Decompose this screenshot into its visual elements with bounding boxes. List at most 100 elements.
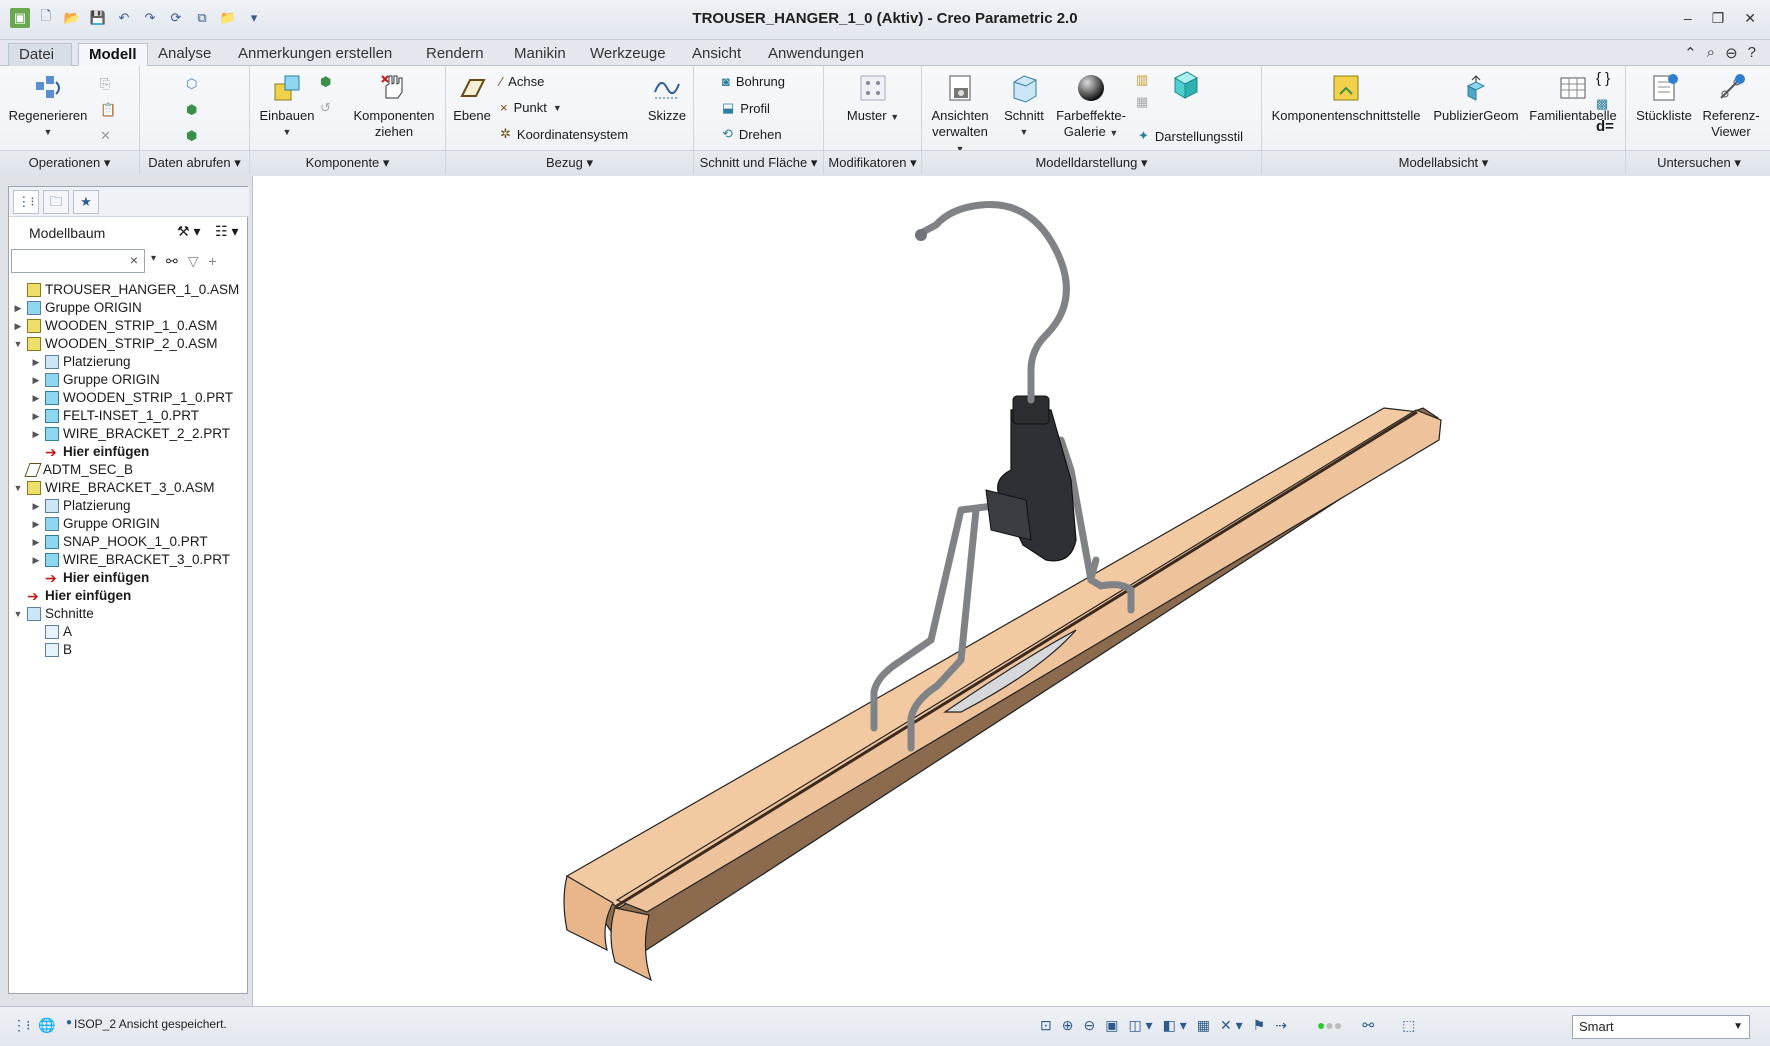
pattern-button[interactable]: Muster ▼ xyxy=(834,72,912,125)
maximize-button[interactable]: ❐ xyxy=(1712,10,1725,27)
copy-geometry-icon[interactable]: ⬢ xyxy=(186,102,204,120)
drag-components-button[interactable]: Komponenten ziehen xyxy=(346,72,442,140)
expand-arrow-icon[interactable]: ▼ xyxy=(13,479,23,497)
hanger-3d-model[interactable] xyxy=(253,176,1770,1006)
expand-arrow-icon[interactable]: ▶ xyxy=(31,425,41,443)
regenerate-button[interactable]: Regenerieren ▼ xyxy=(8,72,88,140)
tab-annotations[interactable]: Anmerkungen erstellen xyxy=(228,43,402,66)
tab-model[interactable]: Modell xyxy=(78,43,148,66)
tab-view[interactable]: Ansicht xyxy=(682,43,751,66)
zoom-in-icon[interactable]: ⊕ xyxy=(1062,1017,1074,1034)
appearance-gallery-button[interactable]: Farbeffekte- Galerie ▼ xyxy=(1056,72,1126,141)
tab-file[interactable]: Datei ▾ xyxy=(8,43,72,85)
repaint-icon[interactable]: ▣ xyxy=(1105,1017,1118,1034)
axis-button[interactable]: ⁄ Achse xyxy=(500,74,544,89)
favorites-tab[interactable]: ★ xyxy=(73,190,99,214)
display-cube-button[interactable] xyxy=(1164,68,1206,104)
tree-item[interactable]: ➔ Hier einfügen xyxy=(31,443,149,461)
folder-browser-tab[interactable]: 🗀 xyxy=(43,190,69,214)
group-label-datum[interactable]: Bezug ▾ xyxy=(446,150,693,174)
graphics-viewport[interactable] xyxy=(252,176,1770,1006)
search-icon[interactable]: ⌕ xyxy=(1707,44,1715,62)
tree-item[interactable]: ▶ Platzierung xyxy=(31,497,131,515)
tree-item[interactable]: ▶ Gruppe ORIGIN xyxy=(13,299,142,317)
hole-button[interactable]: ◙ Bohrung xyxy=(722,74,785,89)
publish-geometry-button[interactable]: PublizierGeom xyxy=(1430,72,1522,124)
tab-render[interactable]: Rendern xyxy=(416,43,494,66)
clear-search-icon[interactable]: × xyxy=(130,252,138,268)
bill-of-materials-button[interactable]: Stückliste xyxy=(1632,72,1696,124)
show-options-icon[interactable]: ☷ ▾ xyxy=(215,223,238,240)
reference-viewer-button[interactable]: Referenz- Viewer xyxy=(1698,72,1764,140)
annotation-display-icon[interactable]: ⇢ xyxy=(1275,1017,1287,1034)
tree-item[interactable]: ADTM_SEC_B xyxy=(13,461,133,479)
saved-orientations-icon[interactable]: ◫ ▾ xyxy=(1128,1017,1152,1034)
shrinkwrap-icon[interactable]: ⬢ xyxy=(186,128,204,146)
extrude-button[interactable]: ⬓ Profil xyxy=(722,100,770,116)
expand-arrow-icon[interactable]: ▶ xyxy=(31,533,41,551)
expand-arrow-icon[interactable]: ▶ xyxy=(13,317,23,335)
model-tree-search-input[interactable]: × xyxy=(11,249,145,273)
paste-icon[interactable]: 📋 xyxy=(100,102,118,120)
manage-views-button[interactable]: Ansichten verwalten ▼ xyxy=(926,72,994,157)
display-style-status-icon[interactable]: ◧ ▾ xyxy=(1163,1017,1187,1034)
display-icon-b[interactable]: ▦ xyxy=(1136,94,1154,112)
tree-item[interactable]: ▼ Schnitte xyxy=(13,605,94,623)
close-button[interactable]: ✕ xyxy=(1744,10,1756,27)
switch-dimensions-button[interactable]: d= xyxy=(1596,118,1614,135)
tree-item[interactable]: ▶ Platzierung xyxy=(31,353,131,371)
group-label-modifiers[interactable]: Modifikatoren ▾ xyxy=(824,150,921,174)
group-label-investigate[interactable]: Untersuchen ▾ xyxy=(1626,150,1770,174)
copy-icon[interactable]: ⎘ xyxy=(100,76,118,94)
expand-arrow-icon[interactable]: ▶ xyxy=(31,389,41,407)
spin-center-icon[interactable]: ⚑ xyxy=(1253,1017,1266,1034)
datum-display-icon[interactable]: ✕ ▾ xyxy=(1220,1017,1243,1034)
find-icon[interactable]: ⚯ xyxy=(1362,1017,1374,1034)
group-label-operations[interactable]: Operationen ▾ xyxy=(0,150,139,174)
tree-item[interactable]: ▶ WIRE_BRACKET_2_2.PRT xyxy=(31,425,230,443)
tree-item[interactable]: ▶ WOODEN_STRIP_1_0.PRT xyxy=(31,389,233,407)
sketch-button[interactable]: Skizze xyxy=(642,72,692,124)
expand-arrow-icon[interactable]: ▶ xyxy=(31,407,41,425)
toggle-browser-icon[interactable]: 🌐 xyxy=(38,1017,55,1034)
tree-item[interactable]: ▶ FELT-INSET_1_0.PRT xyxy=(31,407,199,425)
collapse-ribbon-icon[interactable]: ⌃ xyxy=(1684,44,1697,62)
expand-arrow-icon[interactable]: ▶ xyxy=(31,551,41,569)
search-dropdown-icon[interactable]: ▾ xyxy=(151,253,156,270)
point-button[interactable]: × Punkt ▼ xyxy=(500,100,562,115)
minimize-button[interactable]: – xyxy=(1684,10,1692,27)
delete-icon[interactable]: ✕ xyxy=(100,128,118,146)
tab-applications[interactable]: Anwendungen xyxy=(758,43,874,66)
component-interface-button[interactable]: Komponentenschnittstelle xyxy=(1262,72,1430,124)
tree-item[interactable]: ➔ Hier einfügen xyxy=(31,569,149,587)
plane-button[interactable]: Ebene xyxy=(448,72,496,124)
expand-arrow-icon[interactable]: ▼ xyxy=(13,335,23,353)
find-binoculars-icon[interactable]: ⚯ xyxy=(166,253,178,270)
tree-item[interactable]: ▶ Gruppe ORIGIN xyxy=(31,371,160,389)
group-label-model-display[interactable]: Modelldarstellung ▾ xyxy=(922,150,1261,174)
tree-item[interactable]: ▶ SNAP_HOOK_1_0.PRT xyxy=(31,533,208,551)
tree-item[interactable]: ▼ WOODEN_STRIP_2_0.ASM xyxy=(13,335,218,353)
assemble-button[interactable]: Einbauen ▼ xyxy=(252,72,322,140)
tree-item[interactable]: ▼ WIRE_BRACKET_3_0.ASM xyxy=(13,479,215,497)
display-icon-a[interactable]: ▥ xyxy=(1136,72,1154,90)
expand-arrow-icon[interactable]: ▶ xyxy=(31,515,41,533)
model-tree-tab[interactable]: ⋮⁝ xyxy=(13,190,39,214)
tree-item[interactable]: B xyxy=(31,641,72,659)
view-manager-icon[interactable]: ▦ xyxy=(1197,1017,1210,1034)
group-label-cut-surface[interactable]: Schnitt und Fläche ▾ xyxy=(694,150,823,174)
tree-item[interactable]: TROUSER_HANGER_1_0.ASM xyxy=(13,281,239,299)
group-label-model-intent[interactable]: Modellabsicht ▾ xyxy=(1262,150,1625,174)
zoom-out-icon[interactable]: ⊖ xyxy=(1083,1017,1095,1034)
coordinate-system-button[interactable]: ✲ Koordinatensystem xyxy=(500,126,628,142)
expand-arrow-icon[interactable]: ▶ xyxy=(13,299,23,317)
tree-item[interactable]: ➔ Hier einfügen xyxy=(13,587,131,605)
group-label-get-data[interactable]: Daten abrufen ▾ xyxy=(140,150,249,174)
selection-filter-select[interactable]: Smart ▼ xyxy=(1572,1015,1750,1039)
tree-item[interactable]: ▶ Gruppe ORIGIN xyxy=(31,515,160,533)
selection-filter-cube-icon[interactable]: ⬚ xyxy=(1402,1017,1415,1034)
help-icon[interactable]: ? xyxy=(1748,44,1756,62)
parameters-icon[interactable]: ▩ xyxy=(1596,96,1608,112)
group-label-component[interactable]: Komponente ▾ xyxy=(250,150,445,174)
relations-icon[interactable]: { } xyxy=(1596,70,1610,87)
